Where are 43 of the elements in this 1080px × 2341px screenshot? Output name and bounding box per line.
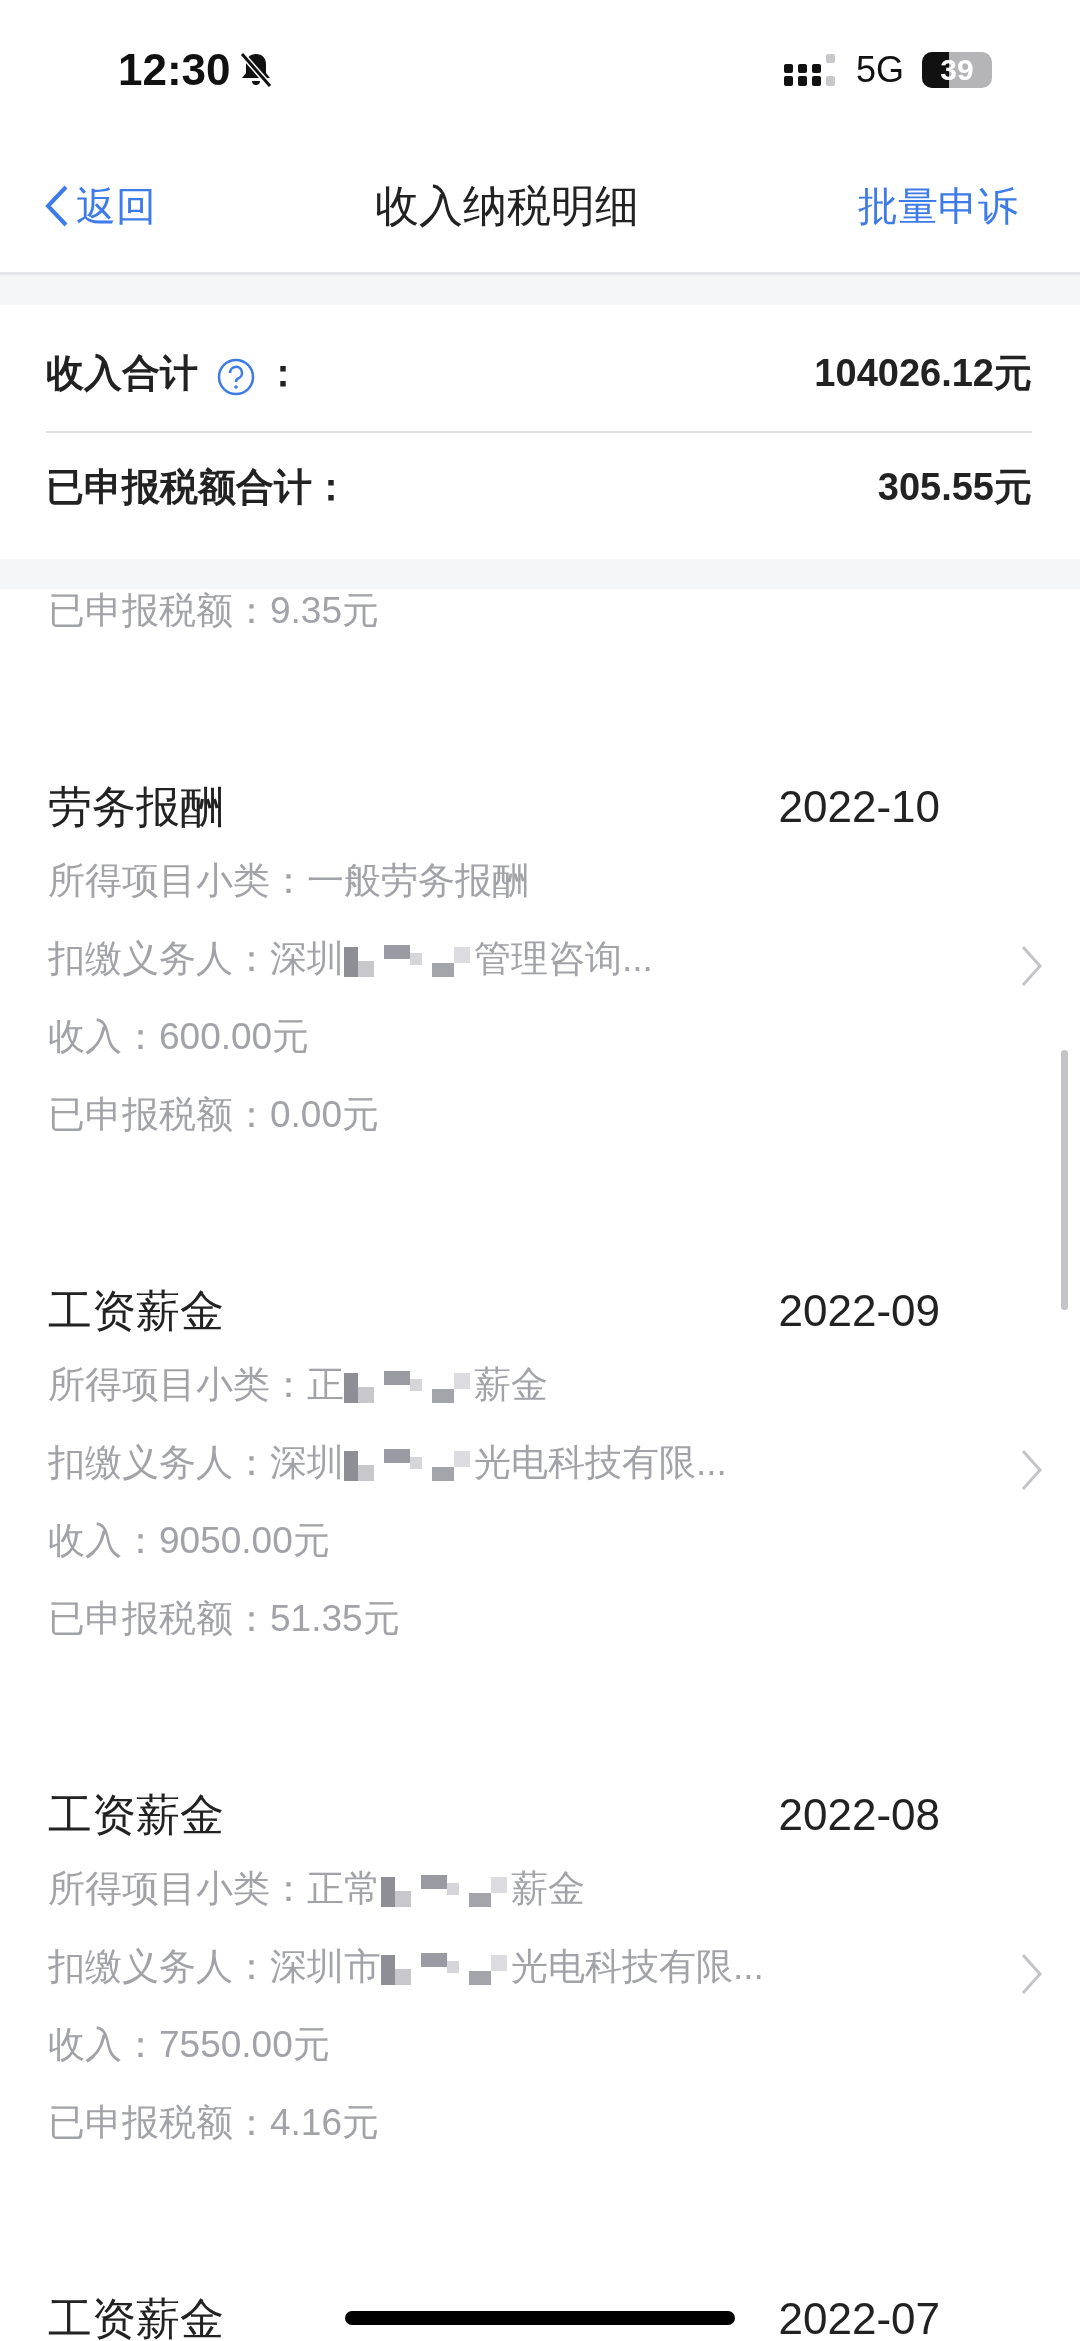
summary-label: 收入合计	[46, 350, 198, 396]
page-title: 收入纳税明细	[375, 179, 639, 232]
detail-text: 光电科技有限...	[511, 1945, 764, 1989]
detail-text: 所得项目小类：一般劳务报酬	[48, 859, 529, 903]
summary-value: 305.55元	[877, 464, 1032, 510]
detail-text: 所得项目小类：正	[48, 1363, 344, 1407]
detail-text: 收入：9050.00元	[48, 1519, 330, 1563]
record-period: 2022-10	[778, 782, 940, 832]
detail-text: 已申报税额：9.35元	[48, 589, 379, 633]
detail-text: 已申报税额：0.00元	[48, 1093, 379, 1137]
help-icon[interactable]	[216, 357, 256, 397]
record-period: 2022-07	[778, 2294, 940, 2341]
record-title: 工资薪金	[48, 1788, 224, 1841]
chevron-right-icon[interactable]	[1020, 943, 1044, 988]
detail-text: 薪金	[474, 1363, 548, 1407]
detail-text: 扣缴义务人：深圳	[48, 937, 344, 981]
summary-value: 104026.12元	[814, 350, 1032, 396]
chevron-left-icon	[44, 184, 70, 228]
detail-text: 管理咨询...	[474, 937, 653, 981]
detail-text: 已申报税额：51.35元	[48, 1597, 400, 1641]
detail-text: 已申报税额：4.16元	[48, 2101, 379, 2145]
detail-text: 收入：7550.00元	[48, 2023, 330, 2067]
network-label: 5G	[855, 49, 904, 91]
detail-text: 收入：600.00元	[48, 1015, 310, 1059]
bell-muted-icon	[238, 51, 273, 89]
detail-text: 薪金	[511, 1867, 585, 1911]
status-time: 12:30	[118, 45, 231, 95]
detail-text: 扣缴义务人：深圳	[48, 1441, 344, 1485]
summary-label: 已申报税额合计：	[46, 464, 350, 510]
record-title: 工资薪金	[48, 1284, 224, 1337]
colon-text: ：	[264, 350, 302, 396]
record-title: 工资薪金	[48, 2292, 224, 2341]
signal-icon	[783, 52, 838, 88]
chevron-right-icon[interactable]	[1020, 1951, 1044, 1996]
detail-text: 光电科技有限...	[474, 1441, 727, 1485]
detail-text: 扣缴义务人：深圳市	[48, 1945, 381, 1989]
detail-text: 所得项目小类：正常	[48, 1867, 381, 1911]
batch-appeal-button[interactable]: 批量申诉	[858, 178, 1018, 234]
record-title: 劳务报酬	[48, 780, 224, 833]
chevron-right-icon[interactable]	[1020, 1447, 1044, 1492]
record-period: 2022-08	[778, 1790, 940, 1840]
record-period: 2022-09	[778, 1286, 940, 1336]
back-button[interactable]: 返回	[44, 178, 156, 234]
